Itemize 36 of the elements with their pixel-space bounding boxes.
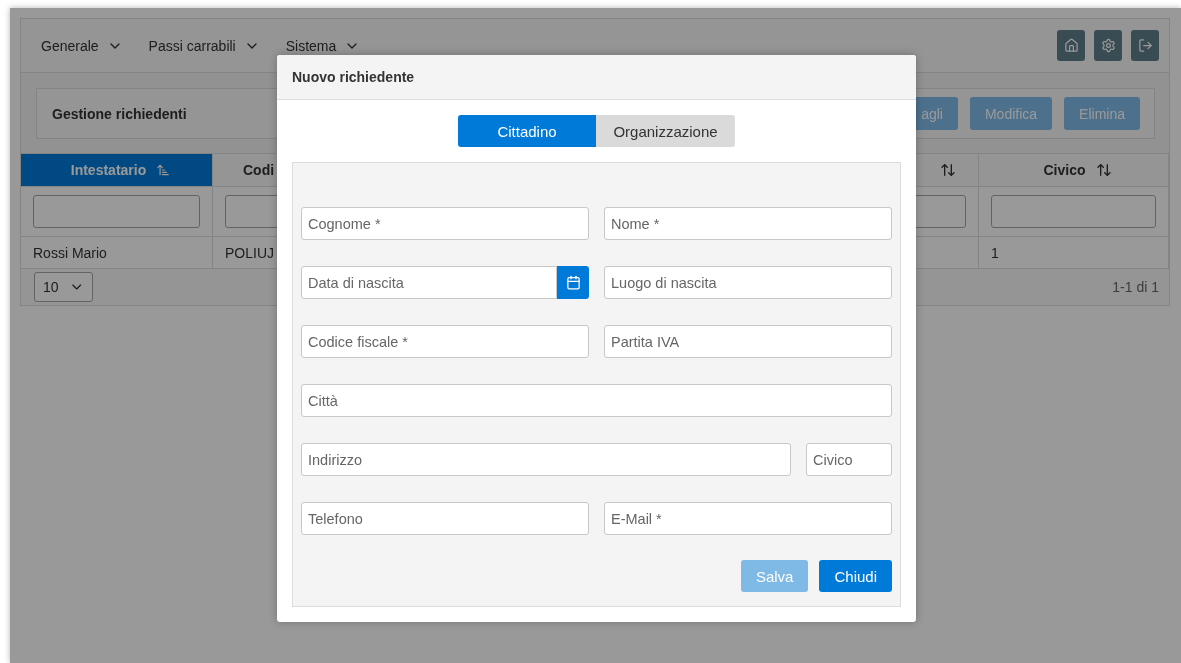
calendar-icon <box>565 275 581 290</box>
text-field[interactable]: Indirizzo <box>301 443 791 476</box>
text-field[interactable]: Luogo di nascita <box>604 266 892 299</box>
home-icon <box>1063 38 1079 53</box>
menu-item[interactable]: Sistema <box>285 37 361 54</box>
sort-ascending-icon <box>156 163 171 177</box>
menu-item[interactable]: Generale <box>41 37 123 54</box>
filter-field[interactable] <box>991 195 1156 228</box>
date-field[interactable]: Data di nascita <box>301 266 558 299</box>
page-summary: 1-1 di 1 <box>1112 279 1159 295</box>
logout-icon <box>1137 38 1153 53</box>
text-field[interactable]: E-Mail * <box>604 502 892 535</box>
calendar-button[interactable] <box>557 266 589 299</box>
logout-button[interactable] <box>1131 30 1159 61</box>
settings-button[interactable] <box>1094 30 1122 61</box>
text-field[interactable]: Telefono <box>301 502 589 535</box>
sort-icon <box>1095 162 1112 178</box>
dialog-button[interactable]: Chiudi <box>819 560 892 592</box>
menu-item[interactable]: Passi carrabili <box>148 37 260 54</box>
text-field[interactable]: Città <box>301 384 892 417</box>
filter-field[interactable] <box>33 195 200 228</box>
text-field[interactable]: Nome * <box>604 207 892 240</box>
text-field[interactable]: Cognome * <box>301 207 589 240</box>
home-button[interactable] <box>1057 30 1085 61</box>
rows-per-page-dropdown[interactable]: 10 <box>34 272 93 302</box>
panel-title: Gestione richiedenti <box>52 105 188 122</box>
column-header[interactable]: Intestatario <box>21 153 213 187</box>
tab[interactable]: Organizzazione <box>596 115 735 147</box>
text-field[interactable]: Codice fiscale * <box>301 325 589 358</box>
text-field[interactable]: Partita IVA <box>604 325 892 358</box>
dialog-title: Nuovo richiedente <box>277 55 916 100</box>
settings-icon <box>1100 38 1116 53</box>
text-field[interactable]: Civico <box>806 443 892 476</box>
column-header[interactable]: Civico <box>979 153 1169 187</box>
tab[interactable]: Cittadino <box>458 115 596 147</box>
sort-icon <box>940 162 956 178</box>
